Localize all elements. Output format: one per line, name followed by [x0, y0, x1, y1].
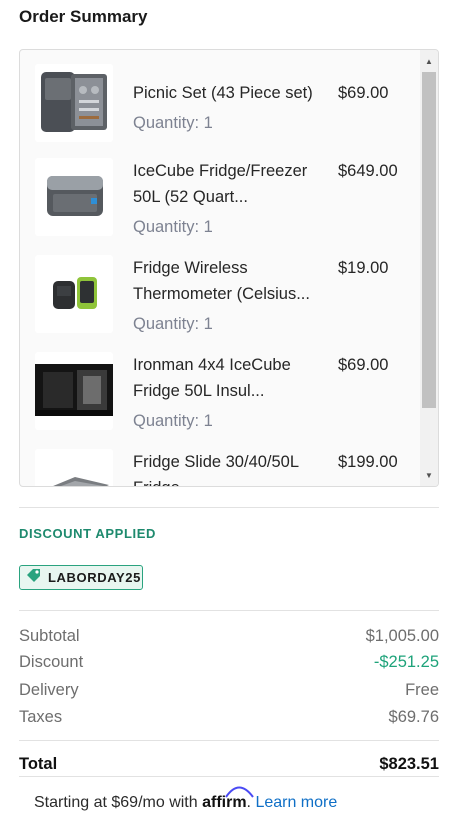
- divider: [19, 610, 439, 611]
- financing-line: Starting at $69/mo with affirm. Learn mo…: [34, 786, 337, 812]
- item-name-line2: Fridge 50L Insul...: [133, 382, 265, 400]
- page-title: Order Summary: [19, 7, 148, 26]
- total-value: $823.51: [379, 755, 439, 773]
- item-name-line1: Fridge Slide 30/40/50L: [133, 453, 300, 471]
- coupon-code: LABORDAY25: [48, 570, 141, 585]
- item-quantity: Quantity: 1: [133, 315, 213, 333]
- thermometer-image: [35, 255, 113, 333]
- divider: [19, 740, 439, 741]
- affirm-arc-icon: [225, 786, 254, 798]
- item-price: $19.00: [338, 259, 389, 277]
- discount-label: Discount: [19, 653, 84, 671]
- items-scrollbar[interactable]: ▲ ▼: [420, 50, 438, 486]
- item-name-line1: Fridge Wireless: [133, 259, 248, 277]
- scroll-up-arrow-icon[interactable]: ▲: [420, 52, 438, 70]
- financing-prefix: Starting at $69/mo with: [34, 794, 203, 811]
- item-price: $69.00: [338, 356, 389, 374]
- divider: [19, 507, 439, 508]
- item-quantity: Quantity: 1: [133, 114, 213, 132]
- subtotal-label: Subtotal: [19, 627, 80, 645]
- divider: [19, 776, 439, 777]
- total-label: Total: [19, 755, 58, 773]
- cart-items-panel[interactable]: Picnic Set (43 Piece set) $69.00 Quantit…: [19, 49, 439, 487]
- taxes-label: Taxes: [19, 708, 63, 726]
- item-name-line1: IceCube Fridge/Freezer: [133, 162, 308, 180]
- cart-items-list: Picnic Set (43 Piece set) $69.00 Quantit…: [20, 50, 420, 486]
- item-name-line1: Picnic Set (43 Piece set): [133, 84, 313, 102]
- item-name-line2: 50L (52 Quart...: [133, 188, 248, 206]
- subtotal-value: $1,005.00: [365, 627, 439, 645]
- discount-heading: DISCOUNT APPLIED: [19, 526, 156, 541]
- picnic-set-image: [35, 64, 113, 142]
- learn-more-link[interactable]: Learn more: [255, 794, 337, 811]
- fridge-slide-image: [35, 449, 113, 486]
- delivery-value: Free: [405, 681, 439, 699]
- item-quantity: Quantity: 1: [133, 412, 213, 430]
- item-name-line2: Fridge...: [133, 475, 323, 486]
- scroll-down-arrow-icon[interactable]: ▼: [420, 466, 438, 484]
- delivery-label: Delivery: [19, 681, 79, 699]
- item-quantity: Quantity: 1: [133, 218, 213, 236]
- insulated-cover-image: [35, 352, 113, 430]
- item-price: $199.00: [338, 453, 398, 471]
- affirm-logo: affirm: [202, 786, 254, 811]
- coupon-badge: LABORDAY25: [19, 565, 143, 590]
- discount-value: -$251.25: [373, 653, 439, 671]
- fridge-image: [35, 158, 113, 236]
- tag-icon: [26, 567, 42, 588]
- item-price: $69.00: [338, 84, 389, 102]
- item-name-line2: Thermometer (Celsius...: [133, 285, 310, 303]
- item-price: $649.00: [338, 162, 398, 180]
- scroll-thumb[interactable]: [422, 72, 436, 408]
- item-name-line1: Ironman 4x4 IceCube: [133, 356, 291, 374]
- taxes-value: $69.76: [388, 708, 439, 726]
